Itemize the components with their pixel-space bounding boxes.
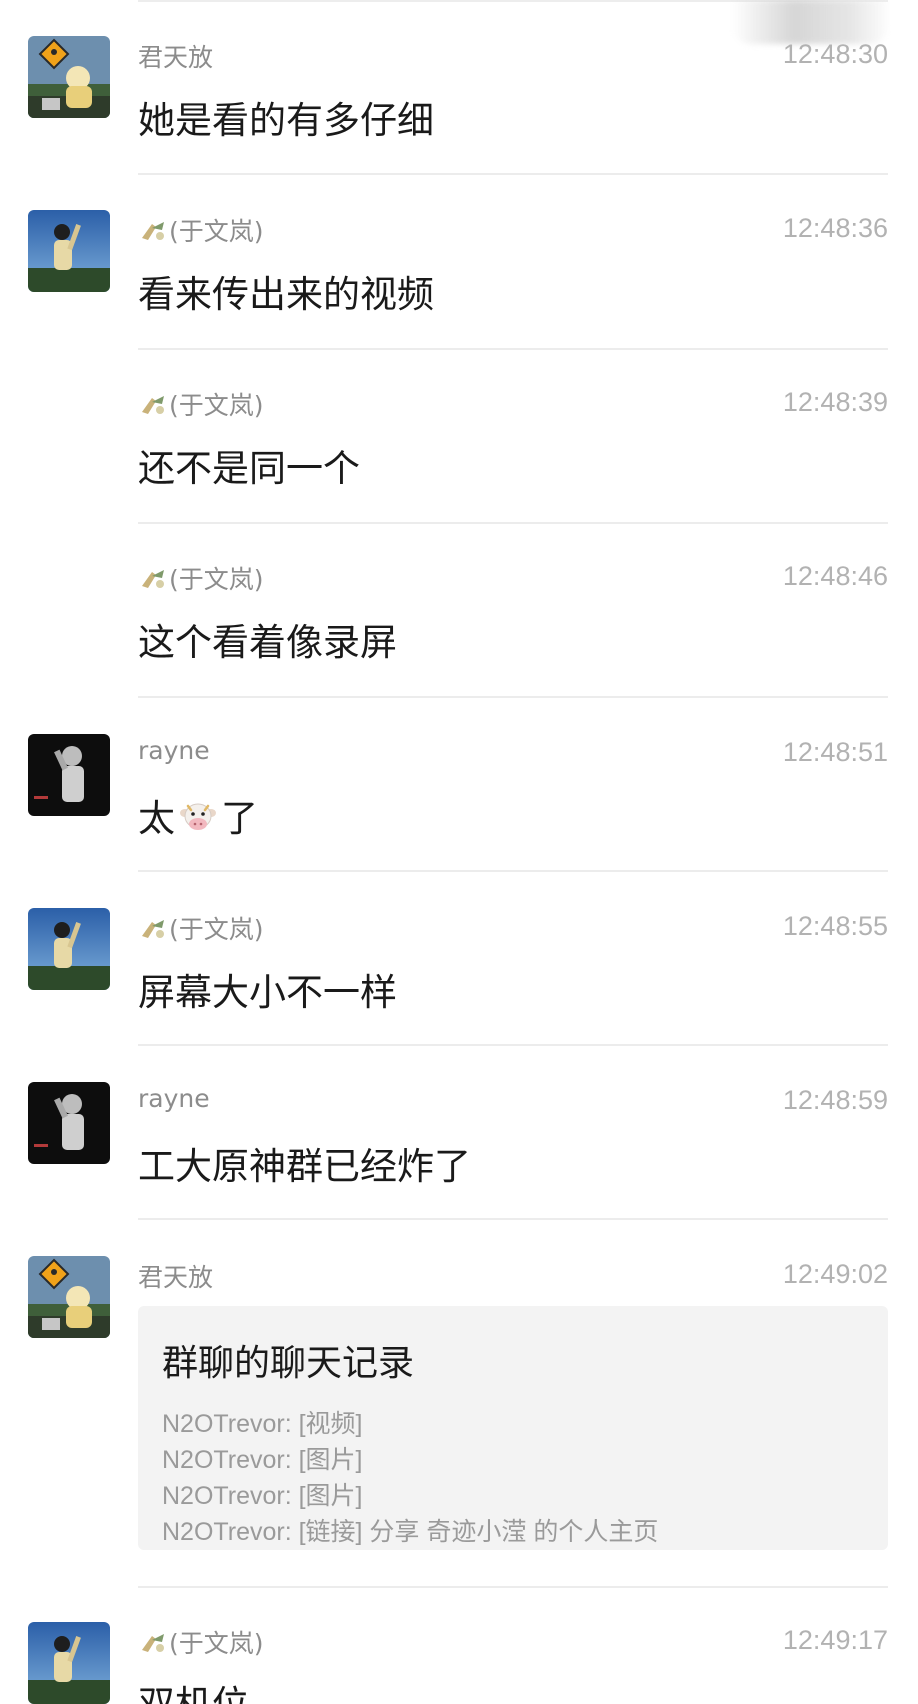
avatar[interactable]	[28, 36, 110, 118]
sparkle-icon	[142, 1634, 164, 1652]
chat-record-line: N2OTrevor: [图片]	[162, 1446, 363, 1474]
sparkle-icon	[142, 396, 164, 414]
sender-name[interactable]: (于文岚)	[138, 910, 264, 946]
sender-name[interactable]: (于文岚)	[138, 212, 264, 248]
avatar-image	[28, 908, 110, 990]
avatar[interactable]	[28, 1256, 110, 1338]
chat-record-line: N2OTrevor: [链接] 分享 奇迹小滢 的个人主页	[162, 1518, 659, 1546]
avatar[interactable]	[28, 1082, 110, 1164]
avatar-image	[28, 1082, 110, 1164]
avatar[interactable]	[28, 1622, 110, 1704]
chat-record-line: N2OTrevor: [图片]	[162, 1482, 363, 1510]
sparkle-icon	[142, 570, 164, 588]
chat-screen: 君天放 12:48:30 她是看的有多仔细 (于文岚) 12:48:36 看来传…	[0, 0, 918, 1704]
sparkle-icon	[142, 920, 164, 938]
divider	[138, 870, 888, 872]
message-timestamp: 12:49:17	[782, 1625, 888, 1655]
message-timestamp: 12:48:36	[782, 213, 888, 243]
avatar-image	[28, 36, 110, 118]
avatar[interactable]	[28, 734, 110, 816]
message-text: 还不是同一个	[138, 447, 360, 490]
divider	[138, 1586, 888, 1588]
message-text: 这个看着像录屏	[138, 621, 397, 664]
chat-record-card[interactable]: 群聊的聊天记录 N2OTrevor: [视频] N2OTrevor: [图片] …	[138, 1306, 888, 1550]
avatar[interactable]	[28, 210, 110, 292]
sender-name[interactable]: (于文岚)	[138, 386, 264, 422]
divider	[138, 1044, 888, 1046]
cow-face-icon	[180, 803, 216, 830]
sender-name[interactable]: 君天放	[138, 38, 213, 74]
message-text: 她是看的有多仔细	[138, 99, 434, 142]
avatar-image	[28, 210, 110, 292]
avatar-image	[28, 1622, 110, 1704]
blurred-overlay	[732, 0, 888, 44]
message-text: 太了	[138, 797, 258, 840]
avatar-image	[28, 1256, 110, 1338]
divider	[138, 348, 888, 350]
sender-name[interactable]: (于文岚)	[138, 560, 264, 596]
sender-name[interactable]: 君天放	[138, 1258, 213, 1294]
divider	[138, 696, 888, 698]
sender-name[interactable]: rayne	[138, 736, 210, 765]
sparkle-icon	[142, 222, 164, 240]
message-timestamp: 12:48:55	[782, 911, 888, 941]
message-text: 屏幕大小不一样	[138, 971, 397, 1014]
sender-name[interactable]: (于文岚)	[138, 1624, 264, 1660]
message-text: 双机位	[138, 1674, 249, 1704]
divider	[138, 522, 888, 524]
sender-name[interactable]: rayne	[138, 1084, 210, 1113]
message-text: 工大原神群已经炸了	[138, 1145, 471, 1188]
message-timestamp: 12:49:02	[782, 1259, 888, 1289]
message-timestamp: 12:48:30	[782, 39, 888, 69]
chat-record-title: 群聊的聊天记录	[162, 1343, 415, 1384]
message-text: 看来传出来的视频	[138, 273, 434, 316]
message-timestamp: 12:48:59	[782, 1085, 888, 1115]
avatar-image	[28, 734, 110, 816]
message-timestamp: 12:48:39	[782, 387, 888, 417]
avatar[interactable]	[28, 908, 110, 990]
message-timestamp: 12:48:46	[782, 561, 888, 591]
divider	[138, 173, 888, 175]
chat-record-line: N2OTrevor: [视频]	[162, 1410, 363, 1438]
message-timestamp: 12:48:51	[782, 737, 888, 767]
divider	[138, 1218, 888, 1220]
